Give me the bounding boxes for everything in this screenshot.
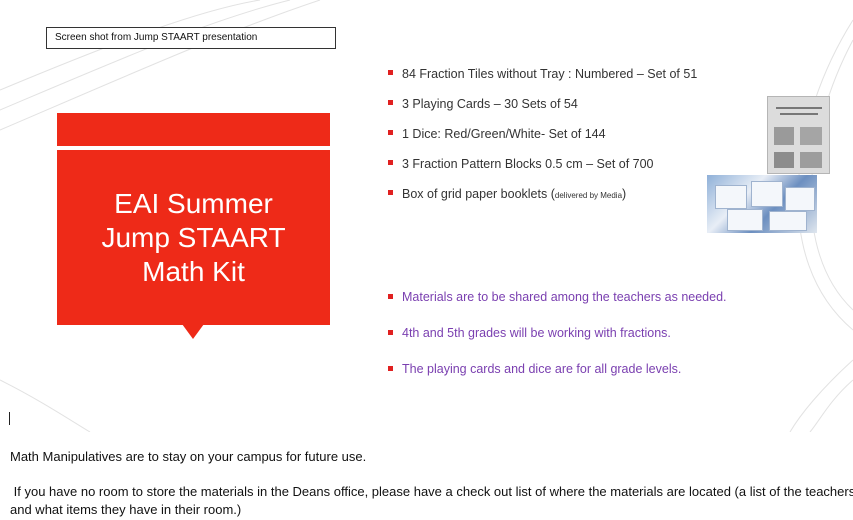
note-item: 4th and 5th grades will be working with … bbox=[388, 315, 727, 351]
kit-item: 84 Fraction Tiles without Tray : Numbere… bbox=[388, 59, 697, 89]
kit-item: 3 Fraction Pattern Blocks 0.5 cm – Set o… bbox=[388, 149, 697, 179]
kit-item-list: 84 Fraction Tiles without Tray : Numbere… bbox=[388, 59, 697, 209]
kit-item: Box of grid paper booklets (delivered by… bbox=[388, 179, 697, 209]
screenshot-caption: Screen shot from Jump STAART presentatio… bbox=[46, 27, 336, 49]
slide-screenshot: Screen shot from Jump STAART presentatio… bbox=[0, 0, 853, 432]
kit-item: 1 Dice: Red/Green/White- Set of 144 bbox=[388, 119, 697, 149]
title-accent-bar bbox=[57, 113, 330, 146]
booklet-boxes-image bbox=[707, 175, 817, 233]
kit-item: 3 Playing Cards – 30 Sets of 54 bbox=[388, 89, 697, 119]
grid-paper-booklet-image bbox=[767, 96, 830, 174]
note-item: Materials are to be shared among the tea… bbox=[388, 279, 727, 315]
note-item: The playing cards and dice are for all g… bbox=[388, 351, 727, 387]
notes-list: Materials are to be shared among the tea… bbox=[388, 279, 727, 387]
delivery-note: delivered by Media bbox=[554, 191, 623, 200]
body-paragraph: Math Manipulatives are to stay on your c… bbox=[10, 449, 367, 464]
callout-pointer bbox=[182, 324, 204, 339]
title-box: EAI Summer Jump STAART Math Kit bbox=[57, 150, 330, 325]
body-paragraph: If you have no room to store the materia… bbox=[10, 484, 853, 517]
slide-title: EAI Summer Jump STAART Math Kit bbox=[101, 187, 286, 287]
text-cursor bbox=[9, 412, 10, 425]
